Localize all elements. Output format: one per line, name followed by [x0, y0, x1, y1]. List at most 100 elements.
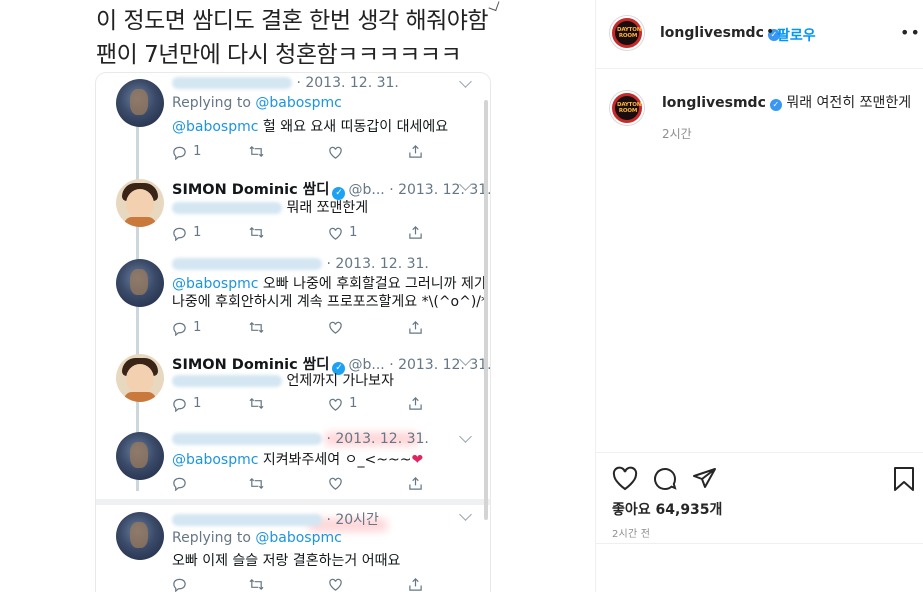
profile-avatar[interactable]: DAYTONA ROOM [610, 16, 644, 50]
tweet-5: · 2013. 12. 31. @babospmc 지켜봐주세여 ㅇ_<~~~❤ [96, 428, 490, 498]
share-action [408, 576, 423, 592]
post-timestamp[interactable]: 2시간 전 [612, 525, 650, 540]
author-name: SIMON Dominic 쌈디 [172, 357, 330, 373]
like-action: 1 [328, 395, 357, 413]
like-count: 1 [349, 225, 358, 240]
tweet-date: · 2013. 12. 31. [389, 182, 490, 198]
comment-avatar[interactable]: DAYTONA ROOM [610, 91, 644, 125]
reply-icon [173, 322, 186, 336]
tweet-text: 뭐래 쪼맨한게 [172, 199, 368, 217]
like-action [328, 143, 345, 161]
author-handle: @b... [348, 182, 385, 198]
tweet-header: SIMON Dominic 쌈디 ✓ @b... · 2013. 12. 31. [172, 178, 490, 200]
replying-label: Replying to [172, 530, 251, 546]
share-icon [409, 397, 422, 410]
tweet-header: · 2013. 12. 31. [172, 75, 399, 91]
retweet-action [248, 143, 265, 161]
tweet-text: @babospmc 헐 왜요 요새 띠동갑이 대세에요 [172, 118, 448, 136]
tweet-date: · 2013. 12. 31. [326, 256, 429, 272]
share-icon [409, 321, 422, 334]
avatar [116, 354, 164, 402]
tweet-body: 언제까지 가나보자 [286, 373, 394, 389]
avatar-logo-text: DAYTONA ROOM [617, 102, 644, 114]
tweet-body: 헐 왜요 요새 띠동갑이 대세에요 [262, 119, 449, 135]
tweet-date: · 2013. 12. 31. [389, 357, 490, 373]
reply-icon [173, 477, 186, 492]
tweet-body: 뭐래 쪼맨한게 [286, 200, 369, 216]
retweet-action [248, 475, 265, 493]
avatar [116, 432, 164, 480]
tweet-actions: 1 1 [172, 224, 432, 242]
thread-divider [96, 499, 490, 505]
verified-badge-icon: ✓ [769, 99, 782, 111]
tweet-date: · 2013. 12. 31. [296, 75, 399, 91]
heart-icon [329, 398, 342, 411]
tweet-thread-screenshot: · 2013. 12. 31. Replying to @babospmc @b… [96, 73, 490, 592]
share-icon [409, 578, 422, 591]
tweet-body-line-1: 오빠 나중에 후회할걸요 그러니까 제가 [262, 276, 487, 292]
likes-count[interactable]: 좋아요 64,935개 [612, 499, 722, 519]
share-direct-icon[interactable] [692, 466, 718, 492]
retweet-icon [249, 226, 264, 239]
tweet-actions: 1 [172, 319, 432, 337]
retweet-icon [249, 145, 264, 158]
header-username[interactable]: longlivesmdc ✓ [660, 25, 780, 41]
reply-action: 1 [172, 395, 201, 413]
like-action [328, 319, 343, 337]
replying-handle: @babospmc [255, 530, 342, 546]
heart-icon [329, 477, 342, 490]
mention: @babospmc [172, 119, 259, 135]
blurred-name [172, 258, 322, 270]
bookmark-icon[interactable] [891, 466, 917, 492]
retweet-icon [249, 321, 264, 334]
heart-icon [329, 321, 342, 334]
replying-to: Replying to @babospmc [172, 530, 342, 546]
tweet-4: SIMON Dominic 쌈디 ✓ @b... · 2013. 12. 31. 언… [96, 348, 490, 428]
comment-body: 뭐래 여전히 쪼맨한게 [786, 95, 912, 111]
chevron-down-icon [459, 508, 472, 521]
reply-icon [173, 227, 186, 241]
author-name: SIMON Dominic 쌈디 [172, 182, 330, 198]
more-options-icon[interactable]: ••• [900, 25, 923, 41]
chevron-down-icon [459, 75, 472, 88]
comment-username[interactable]: longlivesmdc [662, 95, 766, 111]
reply-count: 1 [193, 144, 202, 159]
share-action [408, 475, 423, 493]
replying-label: Replying to [172, 95, 251, 111]
like-action [328, 475, 343, 493]
share-icon [409, 226, 422, 239]
retweet-icon [249, 578, 264, 591]
reply-icon [173, 146, 186, 160]
reply-action [172, 576, 187, 592]
tweet-text: 언제까지 가나보자 [172, 372, 394, 390]
like-action: 1 [328, 224, 357, 242]
tweet-actions [172, 475, 432, 493]
heart-icon [329, 146, 342, 159]
mention: @babospmc [172, 452, 259, 468]
blurred-name [172, 433, 322, 445]
comment-bubble-icon[interactable] [652, 466, 678, 492]
post-header: DAYTONA ROOM longlivesmdc✓ • 팔로우 ••• [596, 0, 923, 69]
tweet-header: · 20시간 [172, 509, 379, 529]
reply-count: 1 [193, 320, 202, 335]
follow-button[interactable]: 팔로우 [777, 25, 816, 45]
share-action [408, 143, 423, 161]
tweet-date: · 2013. 12. 31. [326, 431, 429, 447]
like-heart-icon[interactable] [612, 466, 638, 492]
caption-line-1: 이 정도면 쌈디도 결혼 한번 생각 해줘야함 [96, 8, 489, 34]
username-text[interactable]: longlivesmdc [660, 25, 764, 41]
mention: @babospmc [172, 276, 259, 292]
share-action [408, 224, 423, 242]
replying-handle: @babospmc [255, 95, 342, 111]
like-action [328, 576, 343, 592]
heart-emoji-icon: ❤ [411, 452, 424, 468]
post-side-panel: DAYTONA ROOM longlivesmdc✓ • 팔로우 ••• DAY… [595, 0, 923, 592]
avatar [116, 179, 164, 227]
tweet-date: · 20시간 [326, 512, 379, 528]
replying-to: Replying to @babospmc [172, 95, 342, 111]
tweet-actions: 1 [172, 143, 432, 161]
tweet-body: 지켜봐주세여 ㅇ_<~~~ [262, 452, 412, 468]
blurred-name [172, 514, 322, 526]
tweet-text: 오빠 이제 슬슬 저랑 결혼하는거 어때요 [172, 552, 400, 570]
separator-dot: • [766, 24, 775, 40]
